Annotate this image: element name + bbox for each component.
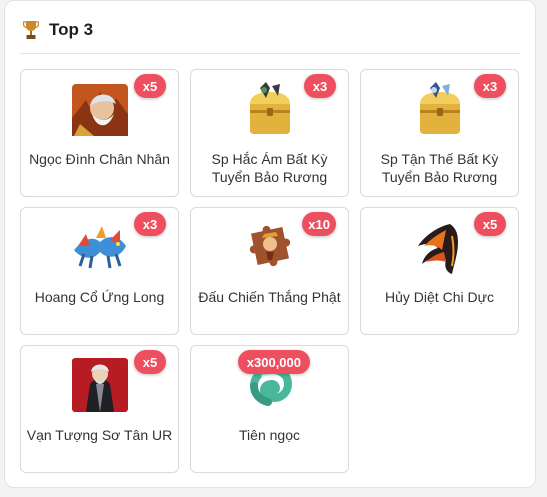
reward-grid: x5 Ngọc Đình Chân Nhân x3 Sp Hắc Ám Bất … [20,69,519,473]
reward-name: Ngọc Đình Chân Nhân [29,151,170,167]
puzzle-piece-icon [249,225,290,267]
quantity-badge: x300,000 [237,350,310,374]
reward-card[interactable]: x3 Sp Hắc Ám Bất Kỳ Tuyển Bảo Rương [190,69,349,197]
top3-panel: Top 3 x5 Ngọc Đình Chân Nhân x3 Sp Hắc Á… [4,0,536,488]
reward-name: Sp Tận Thế Bất Kỳ Tuyển Bảo Rương [380,151,499,185]
quantity-badge: x5 [134,350,166,374]
treasure-chest-icon [249,82,290,134]
reward-card[interactable]: x3 Sp Tận Thế Bất Kỳ Tuyển Bảo Rương [360,69,519,197]
quantity-badge: x3 [134,212,166,236]
reward-card[interactable]: x300,000 Tiên ngọc [190,345,349,473]
treasure-chest-icon [419,82,460,134]
quantity-badge: x10 [302,212,336,236]
quantity-badge: x5 [474,212,506,236]
reward-name: Tiên ngọc [239,427,300,443]
panel-header: Top 3 [23,15,93,45]
reward-card[interactable]: x10 Đấu Chiến Thắng Phật [190,207,349,335]
sage-portrait-icon [71,358,128,412]
reward-name: Hoang Cổ Ứng Long [34,289,165,305]
reward-name: Đấu Chiến Thắng Phật [198,289,341,305]
quantity-badge: x5 [134,74,166,98]
reward-card[interactable]: x5 Hủy Diệt Chi Dực [360,207,519,335]
warrior-portrait-icon [71,84,128,136]
reward-name: Vạn Tượng Sơ Tân UR [26,427,173,443]
trophy-icon [23,21,39,39]
reward-name: Sp Hắc Ám Bất Kỳ Tuyển Bảo Rương [211,151,328,185]
reward-card[interactable]: x5 Ngọc Đình Chân Nhân [20,69,179,197]
reward-card[interactable]: x5 Vạn Tượng Sơ Tân UR [20,345,179,473]
panel-title: Top 3 [49,20,94,39]
reward-name: Hủy Diệt Chi Dực [385,289,494,305]
divider [20,53,520,54]
quantity-badge: x3 [474,74,506,98]
dark-wings-icon [417,224,458,274]
quantity-badge: x3 [304,74,336,98]
dragon-mount-icon [73,226,126,269]
reward-card[interactable]: x3 Hoang Cổ Ứng Long [20,207,179,335]
